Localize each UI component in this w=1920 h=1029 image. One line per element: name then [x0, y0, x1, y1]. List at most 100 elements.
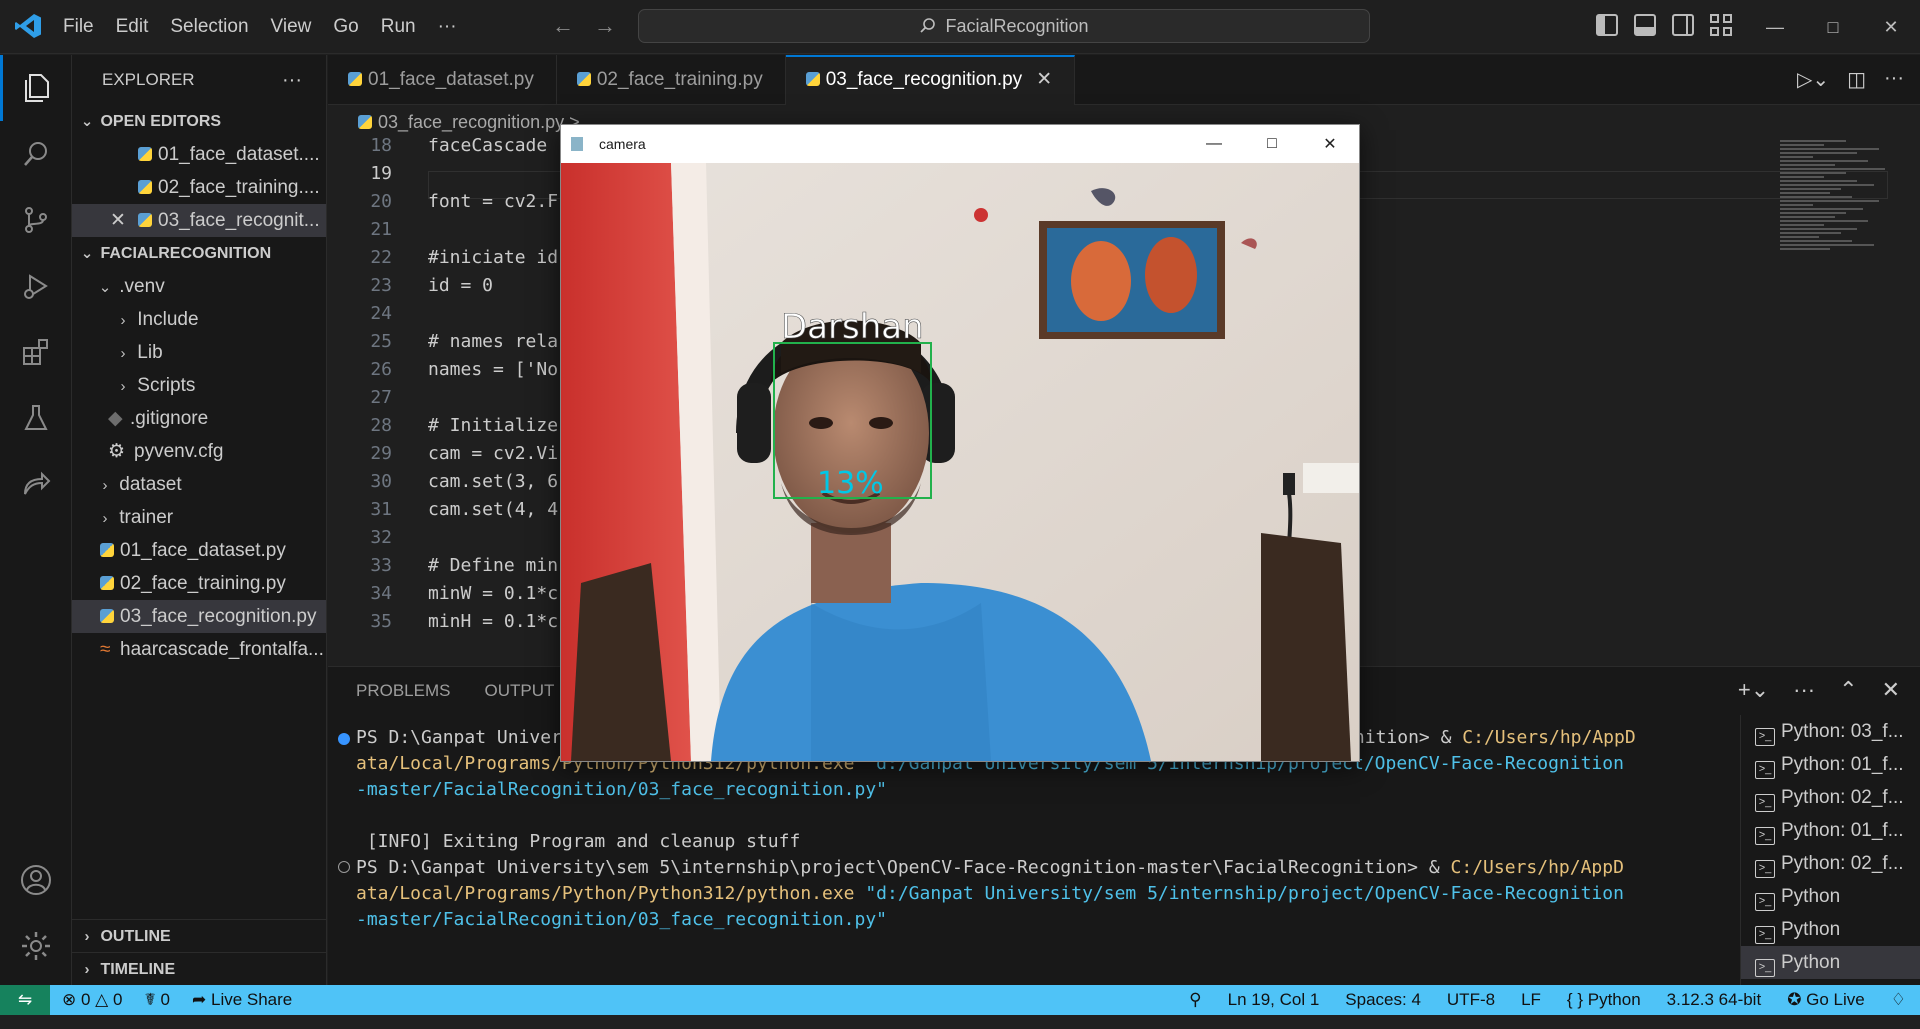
new-terminal-icon[interactable]: +⌄: [1738, 677, 1769, 703]
tree-folder-lib[interactable]: › Lib: [72, 336, 326, 369]
open-editor-label: 02_face_training....: [158, 177, 320, 198]
menu-view[interactable]: View: [260, 0, 323, 54]
python-file-icon: [100, 576, 114, 590]
tree-folder-include[interactable]: › Include: [72, 303, 326, 336]
tab-output[interactable]: OUTPUT: [484, 681, 554, 701]
back-arrow-icon[interactable]: ←: [552, 13, 574, 39]
panel-actions: +⌄ ··· ⌃ ✕: [1738, 677, 1900, 703]
menu-selection[interactable]: Selection: [159, 0, 259, 54]
tree-file-gitignore[interactable]: ◆ .gitignore: [72, 402, 326, 435]
live-share-button[interactable]: ➦ Live Share: [192, 990, 292, 1010]
toggle-secondary-sidebar-icon[interactable]: [1672, 14, 1694, 36]
minimap[interactable]: [1780, 138, 1890, 338]
minimize-icon[interactable]: —: [1185, 125, 1243, 163]
more-actions-icon[interactable]: ···: [1793, 677, 1815, 703]
maximize-icon[interactable]: □: [1804, 0, 1862, 54]
terminal-tab-active[interactable]: >_ Python: [1741, 946, 1920, 979]
python-interpreter[interactable]: 3.12.3 64-bit: [1667, 990, 1762, 1010]
account-icon[interactable]: [0, 847, 72, 913]
terminal-output[interactable]: PS D:\Ganpat Univer nition> & C:/Users/hp…: [328, 725, 1738, 985]
project-section[interactable]: ⌄ FACIALRECOGNITION: [72, 237, 326, 270]
tree-folder-venv[interactable]: ⌄ .venv: [72, 270, 326, 303]
camera-title-bar[interactable]: camera — □ ✕: [561, 125, 1359, 163]
live-share-icon[interactable]: [0, 451, 72, 517]
split-editor-icon[interactable]: ◫: [1847, 67, 1866, 92]
minimize-icon[interactable]: —: [1746, 0, 1804, 54]
tree-folder-trainer[interactable]: › trainer: [72, 501, 326, 534]
testing-flask-icon[interactable]: [0, 385, 72, 451]
run-file-icon[interactable]: ▷⌄: [1797, 67, 1829, 92]
menu-edit[interactable]: Edit: [105, 0, 160, 54]
source-control-icon[interactable]: [0, 187, 72, 253]
outline-label: OUTLINE: [100, 928, 171, 945]
search-icon[interactable]: [0, 121, 72, 187]
minimap-line: [1780, 140, 1846, 142]
open-editor-item[interactable]: 01_face_dataset....: [72, 138, 326, 171]
terminal-tab[interactable]: >_ Python: 02_f...: [1741, 847, 1920, 880]
open-editors-section[interactable]: ⌄ OPEN EDITORS: [72, 105, 326, 138]
menu-more[interactable]: ···: [427, 0, 468, 54]
explorer-icon[interactable]: [0, 55, 72, 121]
toggle-primary-sidebar-icon[interactable]: [1596, 14, 1618, 36]
terminal-tab[interactable]: >_ Python: 01_f...: [1741, 814, 1920, 847]
terminal-tab[interactable]: >_ Python: [1741, 913, 1920, 946]
close-editor-icon[interactable]: ✕: [110, 204, 138, 237]
zoom-icon[interactable]: ⚲: [1189, 990, 1201, 1010]
line-number: 24: [370, 303, 392, 324]
close-tab-icon[interactable]: ✕: [1036, 69, 1052, 90]
breadcrumb-file[interactable]: 03_face_recognition.py >: [378, 112, 580, 132]
go-live-button[interactable]: ✪ Go Live: [1787, 990, 1865, 1010]
settings-gear-icon[interactable]: [0, 913, 72, 979]
panel-tabs: PROBLEMS OUTPUT: [356, 667, 554, 715]
cursor-position[interactable]: Ln 19, Col 1: [1228, 990, 1320, 1010]
forward-arrow-icon[interactable]: →: [594, 13, 616, 39]
camera-window[interactable]: camera — □ ✕ Darshan 13%: [560, 124, 1360, 762]
close-icon[interactable]: ✕: [1301, 125, 1359, 163]
terminal-tab[interactable]: >_ Python: 03_f...: [1741, 715, 1920, 748]
outline-section[interactable]: › OUTLINE: [72, 919, 326, 952]
more-actions-icon[interactable]: ···: [1884, 67, 1904, 92]
customize-layout-icon[interactable]: [1710, 14, 1732, 36]
terminal-line: PS D:\Ganpat University\sem 5\internship…: [356, 857, 1624, 878]
indentation[interactable]: Spaces: 4: [1345, 990, 1421, 1010]
toggle-panel-icon[interactable]: [1634, 14, 1656, 36]
tab-face-training[interactable]: 02_face_training.py: [557, 55, 786, 105]
menu-run[interactable]: Run: [370, 0, 427, 54]
timeline-section[interactable]: › TIMELINE: [72, 952, 326, 985]
maximize-panel-icon[interactable]: ⌃: [1839, 677, 1857, 703]
tree-file-haarcascade[interactable]: ≈ haarcascade_frontalfa...: [72, 633, 326, 666]
encoding[interactable]: UTF-8: [1447, 990, 1495, 1010]
notifications-bell-icon[interactable]: ♢: [1891, 990, 1906, 1010]
menu-go[interactable]: Go: [322, 0, 369, 54]
open-editor-item[interactable]: 02_face_training....: [72, 171, 326, 204]
tree-folder-dataset[interactable]: › dataset: [72, 468, 326, 501]
tab-face-dataset[interactable]: 01_face_dataset.py: [328, 55, 557, 105]
tree-folder-scripts[interactable]: › Scripts: [72, 369, 326, 402]
maximize-icon[interactable]: □: [1243, 125, 1301, 163]
remote-indicator-icon[interactable]: ⇋: [0, 985, 50, 1015]
menu-file[interactable]: File: [52, 0, 105, 54]
tree-file-dataset-py[interactable]: 01_face_dataset.py: [72, 534, 326, 567]
close-icon[interactable]: ✕: [1862, 0, 1920, 54]
line-number: 26: [370, 359, 392, 380]
terminal-tab[interactable]: >_ Python: 01_f...: [1741, 748, 1920, 781]
line-number: 28: [370, 415, 392, 436]
open-editor-item-active[interactable]: ✕ 03_face_recognit...: [72, 204, 326, 237]
terminal-tab[interactable]: >_ Python: [1741, 880, 1920, 913]
tree-file-pyvenv[interactable]: ⚙ pyvenv.cfg: [72, 435, 326, 468]
minimap-line: [1780, 220, 1868, 222]
tree-file-training-py[interactable]: 02_face_training.py: [72, 567, 326, 600]
close-panel-icon[interactable]: ✕: [1882, 677, 1900, 703]
line-ending[interactable]: LF: [1521, 990, 1541, 1010]
more-actions-icon[interactable]: ···: [282, 55, 302, 105]
run-debug-icon[interactable]: [0, 253, 72, 319]
tab-face-recognition[interactable]: 03_face_recognition.py ✕: [785, 55, 1076, 105]
language-mode[interactable]: { } Python: [1567, 990, 1641, 1010]
command-center[interactable]: FacialRecognition: [638, 9, 1370, 43]
tab-problems[interactable]: PROBLEMS: [356, 681, 450, 701]
extensions-icon[interactable]: [0, 319, 72, 385]
ports-indicator[interactable]: ☤ 0: [144, 990, 170, 1010]
problems-indicator[interactable]: ⊗ 0 △ 0: [62, 990, 122, 1010]
terminal-tab[interactable]: >_ Python: 02_f...: [1741, 781, 1920, 814]
tree-file-recognition-py[interactable]: 03_face_recognition.py: [72, 600, 326, 633]
